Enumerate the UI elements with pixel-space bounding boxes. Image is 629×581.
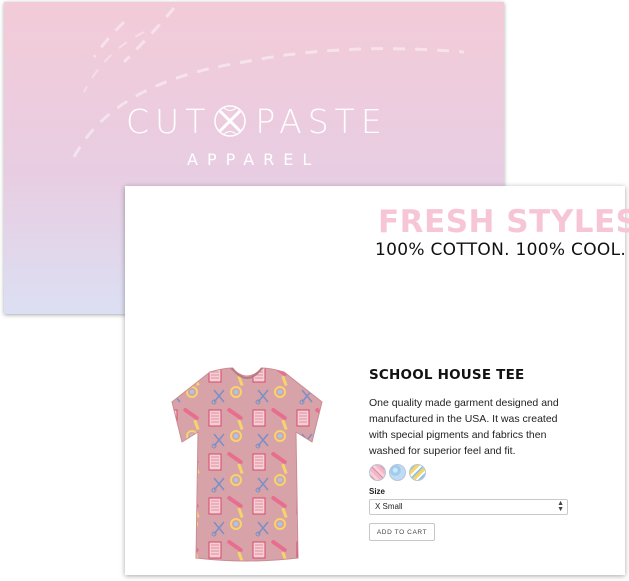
product-card: FRESH STYLES 100% COTTON. 100% COOL. SCH… <box>125 186 629 575</box>
color-swatches <box>369 464 426 481</box>
subheadline: 100% COTTON. 100% COOL. <box>375 240 627 260</box>
scissors-x-icon <box>214 105 247 137</box>
size-select-value: X Small <box>375 502 403 511</box>
logo-word-cut: CUT <box>126 101 212 141</box>
headline: FRESH STYLES <box>378 204 629 240</box>
yellow-swatch[interactable] <box>409 464 426 481</box>
product-description: One quality made garment designed and ma… <box>369 397 559 457</box>
select-arrows-icon: ▲ ▼ <box>557 500 564 513</box>
product-title: SCHOOL HOUSE TEE <box>369 367 525 383</box>
brand-tagline: APPAREL <box>187 150 321 169</box>
pink-swatch[interactable] <box>369 464 386 481</box>
blue-swatch[interactable] <box>389 464 406 481</box>
brand-logo: CUT PASTE <box>126 101 388 141</box>
size-label: Size <box>369 487 386 496</box>
logo-word-paste: PASTE <box>255 101 388 141</box>
size-select[interactable]: X Small ▲ ▼ <box>369 499 568 515</box>
add-to-cart-button[interactable]: ADD TO CART <box>369 523 435 541</box>
school-supplies-tshirt-icon[interactable] <box>162 362 332 562</box>
